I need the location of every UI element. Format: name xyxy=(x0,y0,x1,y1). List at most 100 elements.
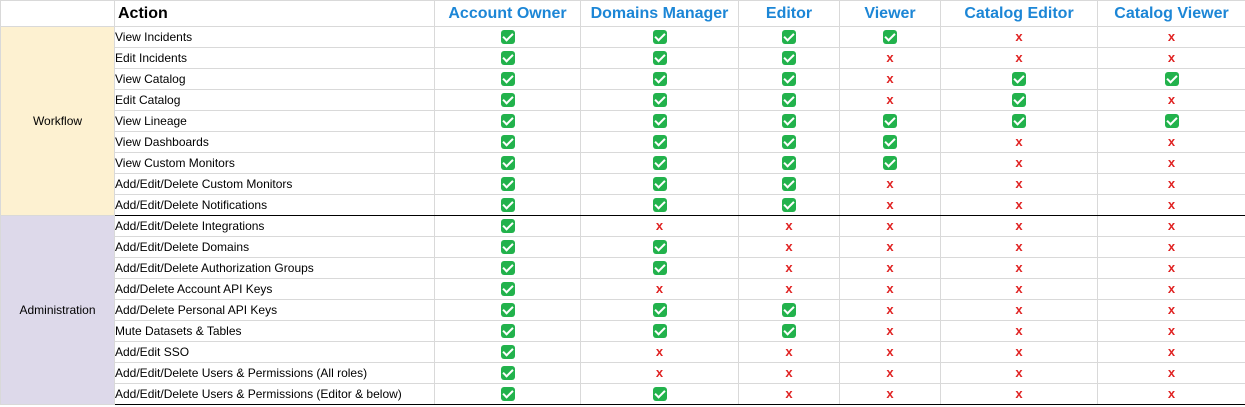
permission-cell: x xyxy=(1097,341,1245,363)
x-icon: x xyxy=(1167,302,1176,318)
permission-cell xyxy=(738,68,840,90)
action-label: Add/Edit/Delete Custom Monitors xyxy=(114,173,435,195)
permission-cell: x xyxy=(1097,320,1245,342)
check-icon xyxy=(782,156,796,171)
permission-cell: x xyxy=(839,383,941,405)
permission-cell xyxy=(738,26,840,48)
action-label: Add/Delete Personal API Keys xyxy=(114,299,435,321)
x-icon: x xyxy=(1015,386,1023,402)
permission-cell xyxy=(434,257,581,279)
check-icon xyxy=(500,198,515,213)
permission-cell: x xyxy=(940,131,1098,153)
check-icon xyxy=(652,240,667,255)
permission-cell xyxy=(434,362,581,384)
x-icon: x xyxy=(1015,302,1023,318)
permission-cell xyxy=(580,110,739,132)
check-icon xyxy=(500,114,515,129)
check-icon xyxy=(1164,72,1179,87)
permission-cell: x xyxy=(839,299,941,321)
table-row: View Custom Monitors x x xyxy=(1,152,1245,174)
permission-cell: x xyxy=(940,257,1098,279)
check-icon xyxy=(500,30,515,45)
action-label: Add/Edit/Delete Users & Permissions (All… xyxy=(114,362,435,384)
header-role-catalog-editor: Catalog Editor xyxy=(940,0,1098,27)
x-icon: x xyxy=(655,344,664,360)
x-icon: x xyxy=(1015,239,1023,255)
check-icon xyxy=(500,72,515,87)
table-row: Add/Edit/Delete Domains x x x x xyxy=(1,236,1245,258)
permission-cell xyxy=(434,383,581,405)
check-icon xyxy=(782,135,796,150)
permission-cell: x xyxy=(580,278,739,300)
permission-cell xyxy=(580,26,739,48)
permission-cell xyxy=(839,152,941,174)
header-role-account-owner: Account Owner xyxy=(434,0,581,27)
permission-cell: x xyxy=(940,152,1098,174)
check-icon xyxy=(500,93,515,108)
header-blank-cell xyxy=(0,0,115,27)
check-icon xyxy=(652,30,667,45)
check-icon xyxy=(500,324,515,339)
table-row: Add/Edit/Delete Custom Monitors x x x xyxy=(1,173,1245,195)
action-label: Add/Edit/Delete Notifications xyxy=(114,194,435,216)
permission-cell: x xyxy=(1097,47,1245,69)
check-icon xyxy=(883,135,897,150)
x-icon: x xyxy=(1015,260,1023,276)
permission-cell: x xyxy=(738,236,840,258)
check-icon xyxy=(500,135,515,150)
permission-cell xyxy=(580,236,739,258)
permission-cell xyxy=(738,89,840,111)
permission-cell: x xyxy=(1097,173,1245,195)
permission-cell: x xyxy=(940,194,1098,216)
table-row: Add/Edit/Delete Users & Permissions (Edi… xyxy=(1,383,1245,405)
permission-cell xyxy=(738,110,840,132)
check-icon xyxy=(782,51,796,66)
permission-cell xyxy=(738,47,840,69)
x-icon: x xyxy=(1015,155,1023,171)
permission-cell xyxy=(580,89,739,111)
check-icon xyxy=(782,198,796,213)
action-label: Mute Datasets & Tables xyxy=(114,320,435,342)
x-icon: x xyxy=(1167,155,1176,171)
check-icon xyxy=(652,261,667,276)
permission-cell xyxy=(738,299,840,321)
check-icon xyxy=(500,156,515,171)
action-label: View Custom Monitors xyxy=(114,152,435,174)
x-icon: x xyxy=(785,260,793,276)
table-row: Edit Incidents x x x xyxy=(1,47,1245,69)
permission-cell xyxy=(1097,110,1245,132)
action-label: Add/Delete Account API Keys xyxy=(114,278,435,300)
action-label: Add/Edit/Delete Authorization Groups xyxy=(114,257,435,279)
check-icon xyxy=(1012,72,1026,87)
check-icon xyxy=(883,114,897,129)
table-row: Add/Edit/Delete Authorization Groups x x x x xyxy=(1,257,1245,279)
header-row: Action Account Owner Domains Manager Edi… xyxy=(0,0,1245,27)
permission-cell xyxy=(434,341,581,363)
x-icon: x xyxy=(1015,344,1023,360)
x-icon: x xyxy=(1167,239,1176,255)
check-icon xyxy=(652,177,667,192)
x-icon: x xyxy=(886,218,894,234)
table-row: Mute Datasets & Tables x x x xyxy=(1,320,1245,342)
action-label: View Catalog xyxy=(114,68,435,90)
x-icon: x xyxy=(1167,386,1176,402)
x-icon: x xyxy=(1015,29,1023,45)
permission-cell xyxy=(434,68,581,90)
x-icon: x xyxy=(1015,50,1023,66)
permission-cell xyxy=(434,215,581,237)
permission-cell: x xyxy=(839,215,941,237)
check-icon xyxy=(500,177,515,192)
permission-cell xyxy=(940,110,1098,132)
permission-cell xyxy=(738,173,840,195)
table-row: Administration Add/Edit/Delete Integratio… xyxy=(0,215,1245,405)
check-icon xyxy=(652,303,667,318)
x-icon: x xyxy=(1015,218,1023,234)
check-icon xyxy=(652,93,667,108)
check-icon xyxy=(652,51,667,66)
check-icon xyxy=(652,198,667,213)
action-label: Edit Catalog xyxy=(114,89,435,111)
section-label-workflow: Workflow xyxy=(0,26,115,216)
permission-cell xyxy=(434,26,581,48)
permission-cell: x xyxy=(940,173,1098,195)
permission-cell xyxy=(580,194,739,216)
